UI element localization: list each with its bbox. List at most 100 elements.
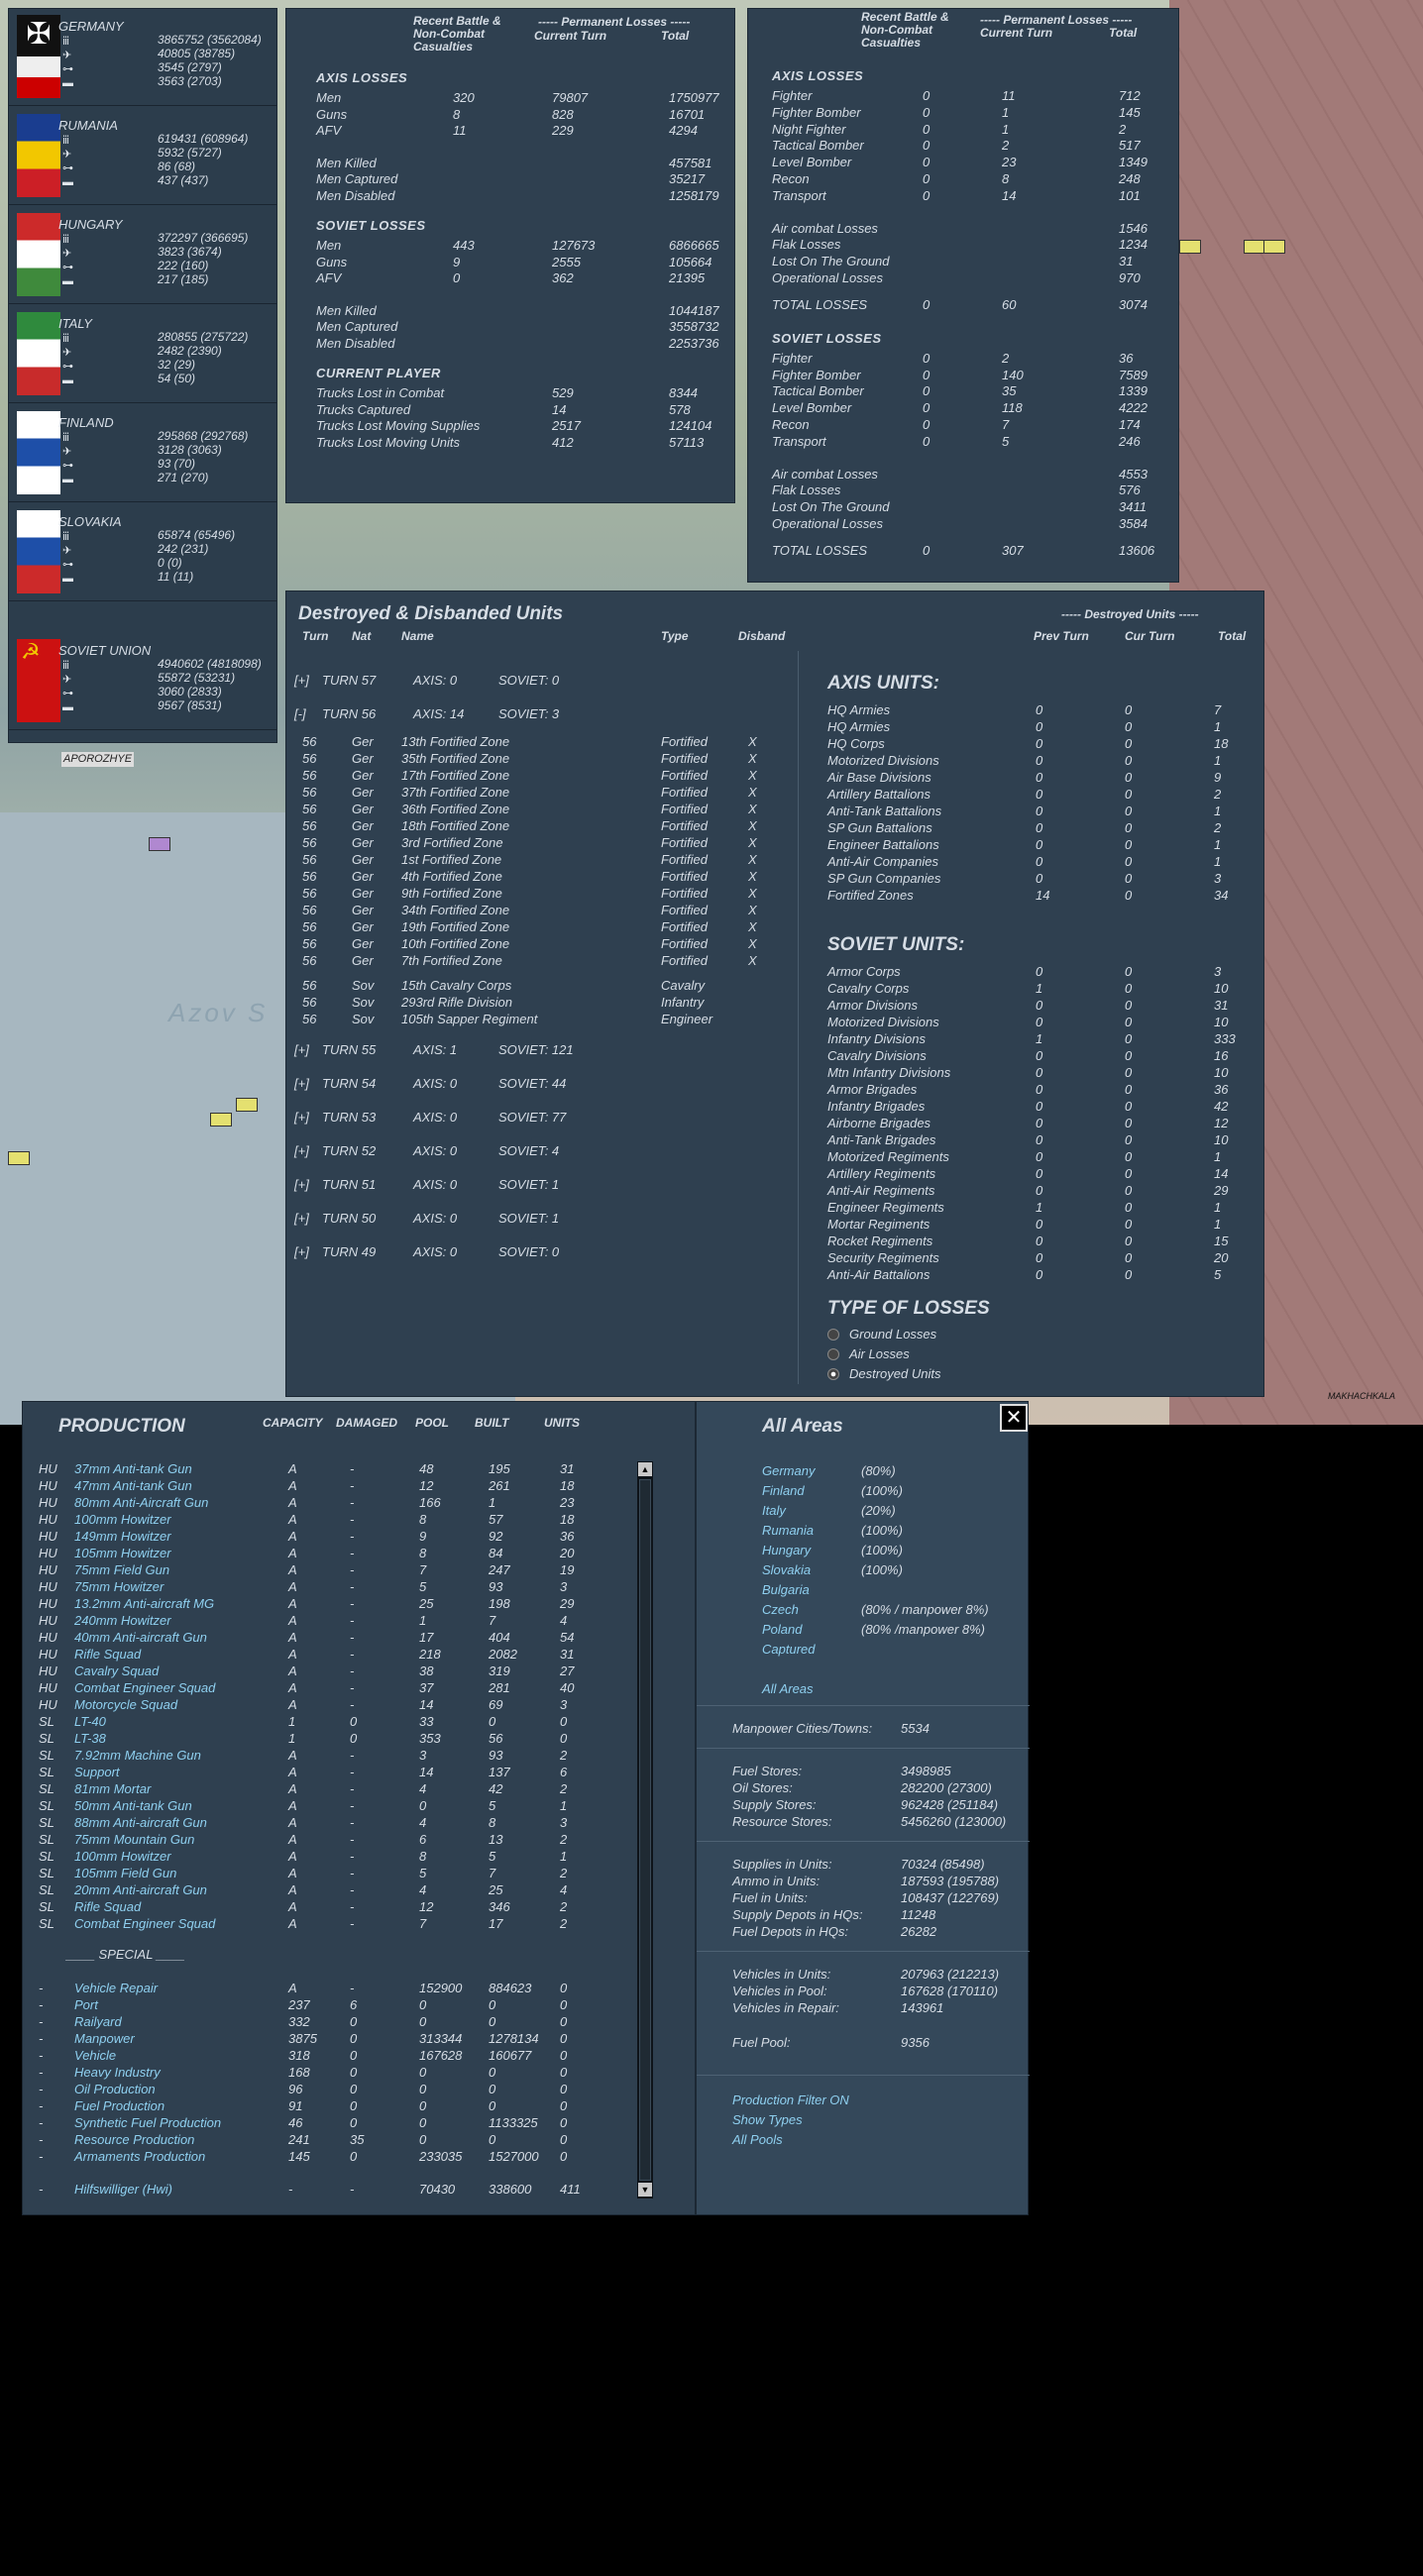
radio-ground-losses[interactable]: Ground Losses: [827, 1326, 1026, 1343]
unit-row[interactable]: 56 Ger 7th Fortified Zone Fortified X: [286, 953, 782, 969]
unit-row[interactable]: 56 Sov 293rd Rifle Division Infantry: [286, 995, 782, 1011]
production-row[interactable]: HU 47mm Anti-tank Gun A - 12 261 18: [23, 1478, 627, 1494]
production-row[interactable]: HU 40mm Anti-aircraft Gun A - 17 404 54: [23, 1630, 627, 1646]
turn-toggle[interactable]: [+]: [294, 1143, 309, 1158]
special-row[interactable]: - Port 237 6 0 0 0: [23, 1997, 627, 2013]
production-row[interactable]: HU 13.2mm Anti-aircraft MG A - 25 198 29: [23, 1596, 627, 1612]
production-row[interactable]: SL Combat Engineer Squad A - 7 17 2: [23, 1916, 627, 1932]
area-item[interactable]: Bulgaria: [697, 1582, 1014, 1600]
unit-row[interactable]: 56 Ger 34th Fortified Zone Fortified X: [286, 903, 782, 918]
production-row[interactable]: SL 75mm Mountain Gun A - 6 13 2: [23, 1832, 627, 1848]
area-item[interactable]: Slovakia (100%): [697, 1562, 1014, 1580]
production-row[interactable]: SL 81mm Mortar A - 4 42 2: [23, 1781, 627, 1797]
turn-toggle[interactable]: [+]: [294, 1042, 309, 1057]
area-item[interactable]: Rumania (100%): [697, 1523, 1014, 1541]
special-row[interactable]: - Vehicle Repair A - 152900 884623 0: [23, 1981, 627, 1996]
special-row[interactable]: - Vehicle 318 0 167628 160677 0: [23, 2048, 627, 2064]
special-row[interactable]: - Heavy Industry 168 0 0 0 0: [23, 2065, 627, 2081]
area-link-show-types[interactable]: Show Types: [732, 2112, 803, 2127]
unit-cell: X: [748, 869, 757, 884]
scroll-thumb[interactable]: [639, 1479, 651, 2181]
production-row[interactable]: HU 105mm Howitzer A - 8 84 20: [23, 1546, 627, 1561]
unit-row[interactable]: 56 Sov 15th Cavalry Corps Cavalry: [286, 978, 782, 994]
turn-toggle[interactable]: [+]: [294, 1110, 309, 1125]
unit-counter[interactable]: [1263, 240, 1285, 254]
production-scrollbar[interactable]: ▲ ▼: [637, 1461, 653, 2199]
turn-toggle[interactable]: [+]: [294, 1177, 309, 1192]
production-row[interactable]: SL 100mm Howitzer A - 8 5 1: [23, 1849, 627, 1865]
production-row[interactable]: HU Rifle Squad A - 218 2082 31: [23, 1647, 627, 1663]
area-item[interactable]: Italy (20%): [697, 1503, 1014, 1521]
area-link-all-pools[interactable]: All Pools: [732, 2132, 783, 2147]
special-row[interactable]: - Resource Production 241 35 0 0 0: [23, 2132, 627, 2148]
unit-counter[interactable]: [236, 1098, 258, 1112]
unit-row[interactable]: 56 Ger 9th Fortified Zone Fortified X: [286, 886, 782, 902]
production-row[interactable]: HU 37mm Anti-tank Gun A - 48 195 31: [23, 1461, 627, 1477]
unit-row[interactable]: 56 Ger 37th Fortified Zone Fortified X: [286, 785, 782, 801]
stat-label: Fuel Pool:: [732, 2035, 791, 2050]
unit-row[interactable]: 56 Ger 18th Fortified Zone Fortified X: [286, 818, 782, 834]
turn-toggle[interactable]: [+]: [294, 1244, 309, 1259]
area-item[interactable]: Hungary (100%): [697, 1543, 1014, 1560]
loss-cell: Tactical Bomber: [772, 138, 864, 154]
production-row[interactable]: HU 100mm Howitzer A - 8 57 18: [23, 1512, 627, 1528]
unit-counter[interactable]: [1244, 240, 1265, 254]
unit-row[interactable]: 56 Ger 35th Fortified Zone Fortified X: [286, 751, 782, 767]
area-item[interactable]: Czech (80% / manpower 8%): [697, 1602, 1014, 1620]
unit-row[interactable]: 56 Ger 3rd Fortified Zone Fortified X: [286, 835, 782, 851]
area-item[interactable]: Captured: [697, 1642, 1014, 1660]
special-row[interactable]: - Armaments Production 145 0 233035 1527000 0: [23, 2149, 627, 2165]
turn-toggle[interactable]: [+]: [294, 1076, 309, 1091]
scroll-up-button[interactable]: ▲: [638, 1462, 652, 1476]
production-row[interactable]: SL Support A - 14 137 6: [23, 1765, 627, 1780]
unit-row[interactable]: 56 Ger 19th Fortified Zone Fortified X: [286, 919, 782, 935]
production-row[interactable]: SL 88mm Anti-aircraft Gun A - 4 8 3: [23, 1815, 627, 1831]
production-row[interactable]: SL 105mm Field Gun A - 5 7 2: [23, 1866, 627, 1881]
production-row[interactable]: - Hilfswilliger (Hwi) - - 70430 338600 411: [23, 2182, 627, 2198]
production-row[interactable]: SL LT-40 1 0 33 0 0: [23, 1714, 627, 1730]
production-row[interactable]: HU 149mm Howitzer A - 9 92 36: [23, 1529, 627, 1545]
unit-counter[interactable]: [8, 1151, 30, 1165]
production-row[interactable]: HU 240mm Howitzer A - 1 7 4: [23, 1613, 627, 1629]
unit-row[interactable]: 56 Ger 36th Fortified Zone Fortified X: [286, 802, 782, 817]
production-row[interactable]: HU Motorcycle Squad A - 14 69 3: [23, 1697, 627, 1713]
unit-counter[interactable]: [1179, 240, 1201, 254]
unit-row[interactable]: 56 Ger 13th Fortified Zone Fortified X: [286, 734, 782, 750]
radio-destroyed-units[interactable]: Destroyed Units: [827, 1365, 1026, 1383]
unit-row[interactable]: 56 Sov 105th Sapper Regiment Engineer: [286, 1012, 782, 1027]
unit-row[interactable]: 56 Ger 4th Fortified Zone Fortified X: [286, 869, 782, 885]
production-row[interactable]: HU 75mm Field Gun A - 7 247 19: [23, 1562, 627, 1578]
production-row[interactable]: SL Rifle Squad A - 12 346 2: [23, 1899, 627, 1915]
unit-row[interactable]: 56 Ger 1st Fortified Zone Fortified X: [286, 852, 782, 868]
production-row[interactable]: SL 50mm Anti-tank Gun A - 0 5 1: [23, 1798, 627, 1814]
all-areas-link[interactable]: All Areas: [762, 1681, 814, 1696]
unit-counter[interactable]: [210, 1113, 232, 1127]
close-button[interactable]: ✕: [1000, 1404, 1028, 1432]
production-row[interactable]: HU Combat Engineer Squad A - 37 281 40: [23, 1680, 627, 1696]
turn-toggle[interactable]: [-]: [294, 706, 306, 721]
production-row[interactable]: SL LT-38 1 0 353 56 0: [23, 1731, 627, 1747]
unit-counter[interactable]: [149, 837, 170, 851]
special-row[interactable]: - Manpower 3875 0 313344 1278134 0: [23, 2031, 627, 2047]
area-item[interactable]: Germany (80%): [697, 1463, 1014, 1481]
radio-air-losses[interactable]: Air Losses: [827, 1345, 1026, 1363]
unit-row[interactable]: 56 Ger 17th Fortified Zone Fortified X: [286, 768, 782, 784]
special-row[interactable]: - Fuel Production 91 0 0 0 0: [23, 2098, 627, 2114]
production-row[interactable]: HU 80mm Anti-Aircraft Gun A - 166 1 23: [23, 1495, 627, 1511]
area-item[interactable]: Poland (80% /manpower 8%): [697, 1622, 1014, 1640]
special-row[interactable]: - Synthetic Fuel Production 46 0 0 1133325 0: [23, 2115, 627, 2131]
turn-toggle[interactable]: [+]: [294, 673, 309, 688]
production-row[interactable]: HU 75mm Howitzer A - 5 93 3: [23, 1579, 627, 1595]
production-row[interactable]: SL 7.92mm Machine Gun A - 3 93 2: [23, 1748, 627, 1764]
col-header: Cur Turn: [1125, 629, 1175, 643]
production-row[interactable]: HU Cavalry Squad A - 38 319 27: [23, 1664, 627, 1679]
special-row[interactable]: - Oil Production 96 0 0 0 0: [23, 2082, 627, 2097]
area-link-production-filter-on[interactable]: Production Filter ON: [732, 2093, 849, 2107]
prod-cell: 152900: [419, 1981, 463, 1995]
unit-row[interactable]: 56 Ger 10th Fortified Zone Fortified X: [286, 936, 782, 952]
production-row[interactable]: SL 20mm Anti-aircraft Gun A - 4 25 4: [23, 1882, 627, 1898]
scroll-down-button[interactable]: ▼: [638, 2183, 652, 2197]
area-item[interactable]: Finland (100%): [697, 1483, 1014, 1501]
special-row[interactable]: - Railyard 332 0 0 0 0: [23, 2014, 627, 2030]
turn-toggle[interactable]: [+]: [294, 1211, 309, 1226]
